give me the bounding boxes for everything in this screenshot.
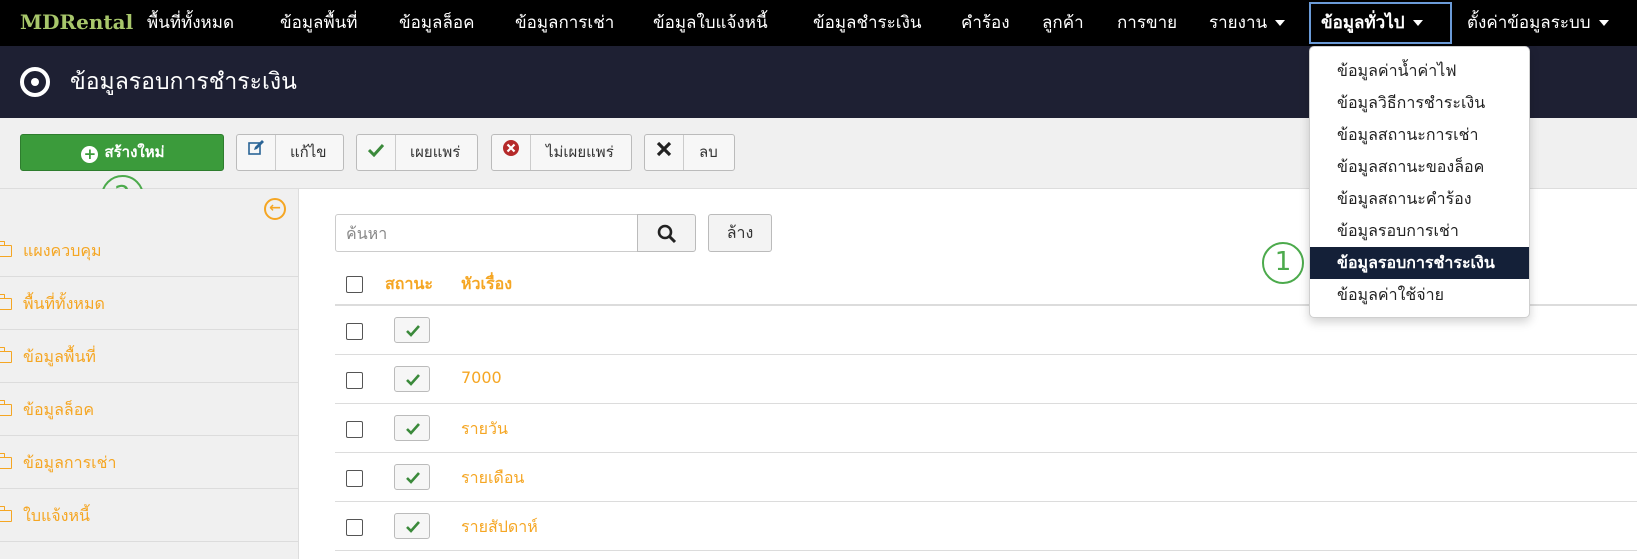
delete-label: ลบ <box>699 143 718 161</box>
row-title-link[interactable]: 7000 <box>461 368 502 387</box>
row-title-link[interactable]: รายเดือน <box>461 466 524 491</box>
sidebar-item-area-info[interactable]: ข้อมูลพื้นที่ <box>0 330 299 383</box>
check-icon <box>406 423 420 435</box>
publish-label: เผยแพร่ <box>410 143 461 161</box>
sidebar-item-label: พื้นที่ทั้งหมด <box>23 294 105 313</box>
menu-item-rental-cycle[interactable]: ข้อมูลรอบการเช่า <box>1310 215 1529 247</box>
edit-label: แก้ไข <box>290 143 327 161</box>
row-checkbox[interactable] <box>346 372 363 389</box>
table-row <box>335 452 1637 501</box>
unpublish-button[interactable]: ไม่เผยแพร่ <box>491 134 632 171</box>
unpublish-label: ไม่เผยแพร่ <box>546 143 614 161</box>
nav-item-area-info[interactable]: ข้อมูลพื้นที่ <box>280 0 358 46</box>
x-circle-icon <box>492 135 531 170</box>
edit-button[interactable]: แก้ไข <box>236 134 344 171</box>
create-new-label-wrap: + สร้างใหม่ <box>21 135 225 170</box>
row-checkbox[interactable] <box>346 519 363 536</box>
sidebar-item-rental-info[interactable]: ข้อมูลการเช่า <box>0 436 299 489</box>
caret-down-icon <box>1275 20 1286 26</box>
edit-icon <box>237 135 276 170</box>
check-icon <box>406 521 420 533</box>
folder-icon <box>0 400 12 416</box>
menu-item-payment-methods[interactable]: ข้อมูลวิธีการชำระเงิน <box>1310 87 1529 119</box>
publish-button[interactable]: เผยแพร่ <box>356 134 478 171</box>
row-checkbox[interactable] <box>346 470 363 487</box>
menu-item-utilities[interactable]: ข้อมูลค่าน้ำค่าไฟ <box>1310 55 1529 87</box>
nav-item-requests[interactable]: คำร้อง <box>961 0 1010 46</box>
table-row-divider <box>335 550 1637 559</box>
table-row <box>335 403 1637 452</box>
nav-item-invoice-info[interactable]: ข้อมูลใบแจ้งหนี้ <box>653 0 768 46</box>
folder-icon <box>0 347 12 363</box>
nav-item-general-info-label: ข้อมูลทั่วไป <box>1321 13 1405 33</box>
column-header-title[interactable]: หัวเรื่อง <box>461 272 512 297</box>
create-new-label: สร้างใหม่ <box>104 143 165 161</box>
sidebar-item-dashboard[interactable]: แผงควบคุม <box>0 224 299 277</box>
nav-item-all-areas[interactable]: พื้นที่ทั้งหมด <box>147 0 234 46</box>
general-info-dropdown-menu: ข้อมูลค่าน้ำค่าไฟ ข้อมูลวิธีการชำระเงิน … <box>1309 46 1530 318</box>
close-icon <box>645 135 684 170</box>
nav-item-customers[interactable]: ลูกค้า <box>1042 0 1084 46</box>
nav-item-system-settings[interactable]: ตั้งค่าข้อมูลระบบ <box>1467 0 1609 46</box>
nav-item-lock-info[interactable]: ข้อมูลล็อค <box>399 0 474 46</box>
row-checkbox[interactable] <box>346 323 363 340</box>
search-icon <box>657 224 677 244</box>
row-checkbox[interactable] <box>346 421 363 438</box>
folder-icon <box>0 506 12 522</box>
published-toggle[interactable] <box>394 366 430 392</box>
menu-item-request-status[interactable]: ข้อมูลสถานะคำร้อง <box>1310 183 1529 215</box>
menu-item-lock-status[interactable]: ข้อมูลสถานะของล็อค <box>1310 151 1529 183</box>
delete-button[interactable]: ลบ <box>644 134 735 171</box>
nav-item-sales[interactable]: การขาย <box>1117 0 1177 46</box>
create-new-button[interactable]: + สร้างใหม่ <box>20 134 224 171</box>
menu-item-rental-status[interactable]: ข้อมูลสถานะการเช่า <box>1310 119 1529 151</box>
check-icon <box>406 325 420 337</box>
folder-icon <box>0 453 12 469</box>
folder-icon <box>0 294 12 310</box>
sidebar-item-lock-info[interactable]: ข้อมูลล็อค <box>0 383 299 436</box>
nav-item-payment-info[interactable]: ข้อมูลชำระเงิน <box>813 0 922 46</box>
row-title-link[interactable]: รายสัปดาห์ <box>461 515 538 540</box>
published-toggle[interactable] <box>394 464 430 490</box>
app-root: MDRental พื้นที่ทั้งหมด ข้อมูลพื้นที่ ข้… <box>0 0 1637 559</box>
search-input[interactable] <box>335 214 638 252</box>
column-header-status[interactable]: สถานะ <box>385 272 433 297</box>
sidebar-item-label: ข้อมูลพื้นที่ <box>23 347 96 366</box>
table-row <box>335 354 1637 403</box>
sidebar-item-label: แผงควบคุม <box>23 241 102 260</box>
folder-icon <box>0 241 12 257</box>
sidebar-item-label: ใบแจ้งหนี้ <box>23 506 90 525</box>
check-icon <box>406 472 420 484</box>
nav-item-rental-info[interactable]: ข้อมูลการเช่า <box>515 0 614 46</box>
clear-button[interactable]: ล้าง <box>708 214 772 252</box>
row-title-link[interactable]: รายวัน <box>461 417 508 442</box>
nav-item-reports-label: รายงาน <box>1209 13 1268 33</box>
menu-item-payment-cycle[interactable]: ข้อมูลรอบการชำระเงิน <box>1310 247 1529 279</box>
published-toggle[interactable] <box>394 415 430 441</box>
published-toggle[interactable] <box>394 513 430 539</box>
sidebar-item-label: ข้อมูลการเช่า <box>23 453 117 472</box>
step-1-annotation: 1 <box>1262 242 1304 284</box>
menu-item-expenses[interactable]: ข้อมูลค่าใช้จ่าย <box>1310 279 1529 311</box>
nav-item-system-settings-label: ตั้งค่าข้อมูลระบบ <box>1467 13 1591 33</box>
check-icon <box>406 374 420 386</box>
page-title: ข้อมูลรอบการชำระเงิน <box>70 69 297 95</box>
top-navbar: MDRental พื้นที่ทั้งหมด ข้อมูลพื้นที่ ข้… <box>0 0 1637 46</box>
sidebar-item-label: ข้อมูลล็อค <box>23 400 95 419</box>
sidebar-item-all-areas[interactable]: พื้นที่ทั้งหมด <box>0 277 299 330</box>
plus-circle-icon: + <box>81 146 99 163</box>
check-icon <box>357 135 396 170</box>
caret-down-icon <box>1412 20 1423 26</box>
caret-down-icon <box>1598 20 1609 26</box>
sidebar: ← แผงควบคุม พื้นที่ทั้งหมด ข้อมูลพื้นที่… <box>0 189 299 559</box>
nav-item-reports[interactable]: รายงาน <box>1209 0 1286 46</box>
sidebar-item-invoices[interactable]: ใบแจ้งหนี้ <box>0 489 299 542</box>
record-circle-icon <box>20 67 50 97</box>
arrow-left-circle-icon[interactable]: ← <box>264 198 286 220</box>
search-button[interactable] <box>637 214 696 252</box>
published-toggle[interactable] <box>394 317 430 343</box>
brand-logo[interactable]: MDRental <box>20 10 133 34</box>
select-all-checkbox[interactable] <box>346 276 363 293</box>
nav-item-general-info[interactable]: ข้อมูลทั่วไป <box>1309 2 1452 44</box>
